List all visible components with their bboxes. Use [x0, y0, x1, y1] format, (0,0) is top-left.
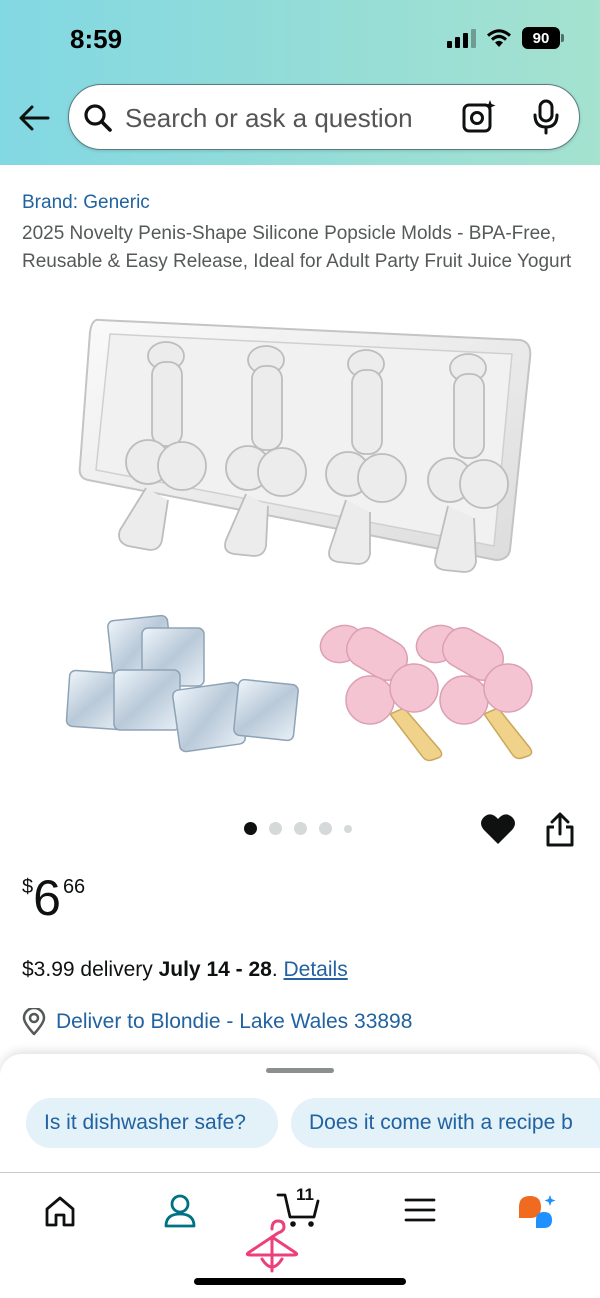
- rufus-assistant-icon[interactable]: [516, 1193, 558, 1231]
- search-icon: [84, 104, 112, 132]
- hanger-icon: [245, 1219, 299, 1273]
- price-fraction: 66: [62, 876, 86, 898]
- price-whole: 6: [33, 870, 61, 926]
- search-input[interactable]: [125, 99, 415, 137]
- deliver-to-label: Deliver to Blondie - Lake Wales 33898: [56, 1010, 413, 1033]
- cart-count-badge: 11: [296, 1185, 314, 1204]
- microphone-icon[interactable]: [531, 99, 561, 135]
- account-icon[interactable]: [162, 1193, 198, 1229]
- cellular-signal-icon: [447, 28, 476, 48]
- home-indicator[interactable]: [194, 1278, 406, 1285]
- camera-lens-icon[interactable]: [461, 99, 497, 135]
- sheet-drag-handle[interactable]: [266, 1068, 334, 1073]
- brand-link[interactable]: Brand: Generic: [22, 192, 150, 214]
- battery-icon: 90: [522, 27, 564, 49]
- pagination-dot[interactable]: [344, 824, 352, 833]
- image-pagination[interactable]: [244, 822, 352, 835]
- menu-icon[interactable]: [404, 1197, 436, 1223]
- delivery-info: $3.99 delivery July 14 - 28. Details: [22, 958, 348, 982]
- search-bar[interactable]: [68, 84, 580, 150]
- suggestion-chip[interactable]: Is it dishwasher safe?: [26, 1098, 278, 1148]
- back-arrow-icon[interactable]: [16, 100, 52, 136]
- delivery-dates: July 14 - 28: [158, 958, 272, 981]
- status-icons: 90: [447, 27, 564, 49]
- details-link[interactable]: Details: [284, 958, 348, 981]
- delivery-fee: $3.99 delivery: [22, 958, 159, 981]
- home-icon[interactable]: [42, 1195, 78, 1229]
- delivery-period: .: [271, 958, 284, 981]
- status-time: 8:59: [70, 24, 123, 54]
- pagination-dot[interactable]: [269, 822, 282, 835]
- rufus-suggestion-sheet: Is it dishwasher safe? Does it come with…: [0, 1054, 600, 1172]
- share-icon[interactable]: [544, 812, 576, 848]
- product-image[interactable]: [60, 310, 550, 780]
- price: $ 6 66: [22, 870, 85, 926]
- location-pin-icon: [22, 1008, 46, 1036]
- heart-icon[interactable]: [480, 812, 516, 846]
- price-symbol: $: [22, 876, 34, 898]
- header: 8:59 90: [0, 0, 600, 165]
- deliver-to-location[interactable]: Deliver to Blondie - Lake Wales 33898: [22, 1008, 412, 1036]
- pagination-dot[interactable]: [244, 822, 257, 835]
- wifi-icon: [487, 29, 511, 47]
- product-title: 2025 Novelty Penis-Shape Silicone Popsic…: [22, 223, 572, 272]
- pagination-dot[interactable]: [294, 822, 307, 835]
- pagination-dot[interactable]: [319, 822, 332, 835]
- suggestion-chip[interactable]: Does it come with a recipe b: [291, 1098, 600, 1148]
